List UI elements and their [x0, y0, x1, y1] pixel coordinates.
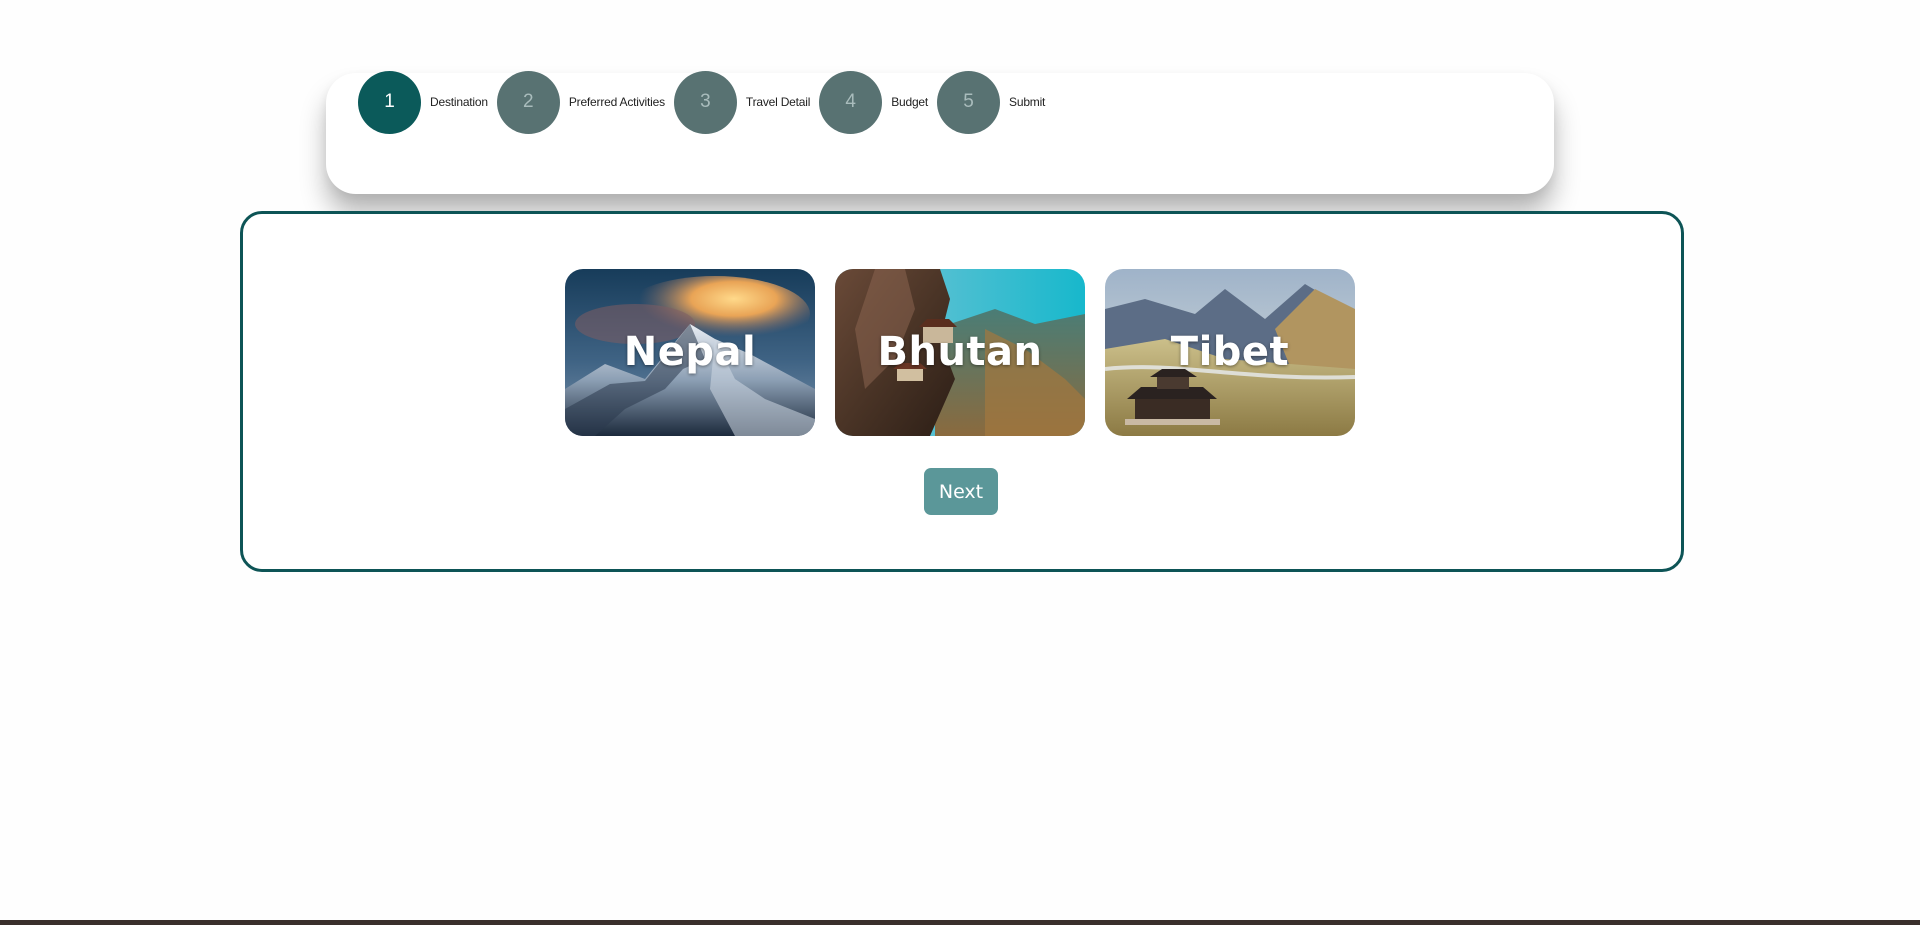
destination-name: Nepal — [623, 329, 757, 375]
bottom-edge-bar — [0, 920, 1920, 925]
destination-card-list: Nepal Bhutan Tibet — [565, 269, 1355, 436]
step-number-circle[interactable]: 1 — [358, 70, 421, 134]
step-list: 1 Destination 2 Preferred Activities 3 T… — [358, 70, 1054, 134]
step-budget[interactable]: 4 Budget — [819, 70, 929, 134]
step-number-circle[interactable]: 5 — [937, 70, 1001, 134]
step-number-circle[interactable]: 2 — [496, 70, 560, 134]
destination-card-bhutan[interactable]: Bhutan — [835, 269, 1085, 436]
step-number-circle[interactable]: 4 — [819, 70, 883, 134]
next-button[interactable]: Next — [924, 468, 998, 515]
step-label: Budget — [891, 95, 929, 109]
step-travel-detail[interactable]: 3 Travel Detail — [673, 70, 811, 134]
destination-name: Bhutan — [877, 329, 1043, 375]
step-submit[interactable]: 5 Submit — [937, 70, 1046, 134]
step-preferred-activities[interactable]: 2 Preferred Activities — [496, 70, 665, 134]
destination-card-nepal[interactable]: Nepal — [565, 269, 815, 436]
step-label: Travel Detail — [745, 95, 811, 109]
progress-stepper: 1 Destination 2 Preferred Activities 3 T… — [326, 70, 1554, 194]
destination-name: Tibet — [1170, 329, 1290, 375]
step-number-circle[interactable]: 3 — [673, 70, 737, 134]
step-destination[interactable]: 1 Destination — [358, 70, 488, 134]
step-label: Submit — [1009, 95, 1046, 109]
step-label: Preferred Activities — [568, 95, 665, 109]
destination-card-tibet[interactable]: Tibet — [1105, 269, 1355, 436]
step-label: Destination — [430, 95, 488, 109]
destination-panel: Nepal Bhutan Tibet Next — [240, 211, 1684, 572]
